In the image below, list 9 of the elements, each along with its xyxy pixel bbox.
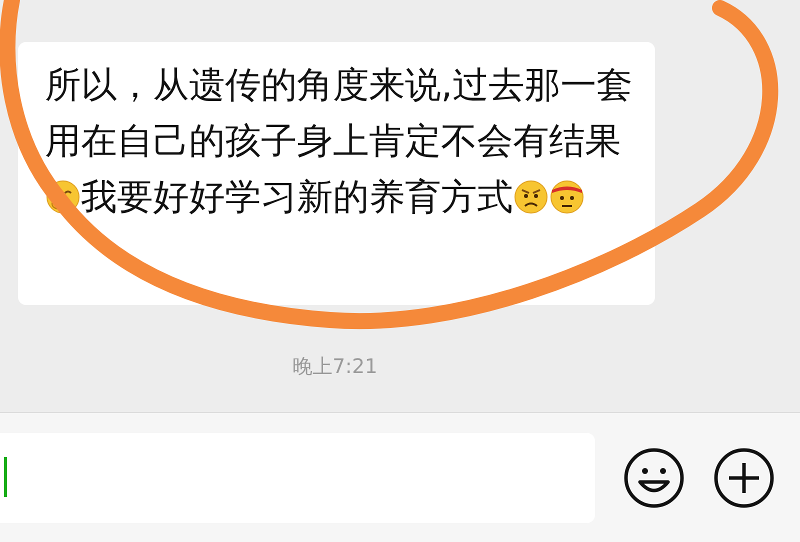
text-cursor <box>4 456 7 496</box>
plus-icon[interactable] <box>713 446 775 508</box>
message-input[interactable] <box>0 432 595 522</box>
emoji-icon[interactable] <box>623 446 685 508</box>
emoji-face-icon <box>549 179 585 215</box>
message-text: 所以，从遗传的角度来说,过去那一套用在自己的孩子身上肯定不会有结果 <box>45 65 632 162</box>
timestamp: 晚上7:21 <box>292 353 378 380</box>
emoji-face-icon <box>513 179 549 215</box>
message-text: 我要好好学习新的养育方式 <box>81 177 513 218</box>
